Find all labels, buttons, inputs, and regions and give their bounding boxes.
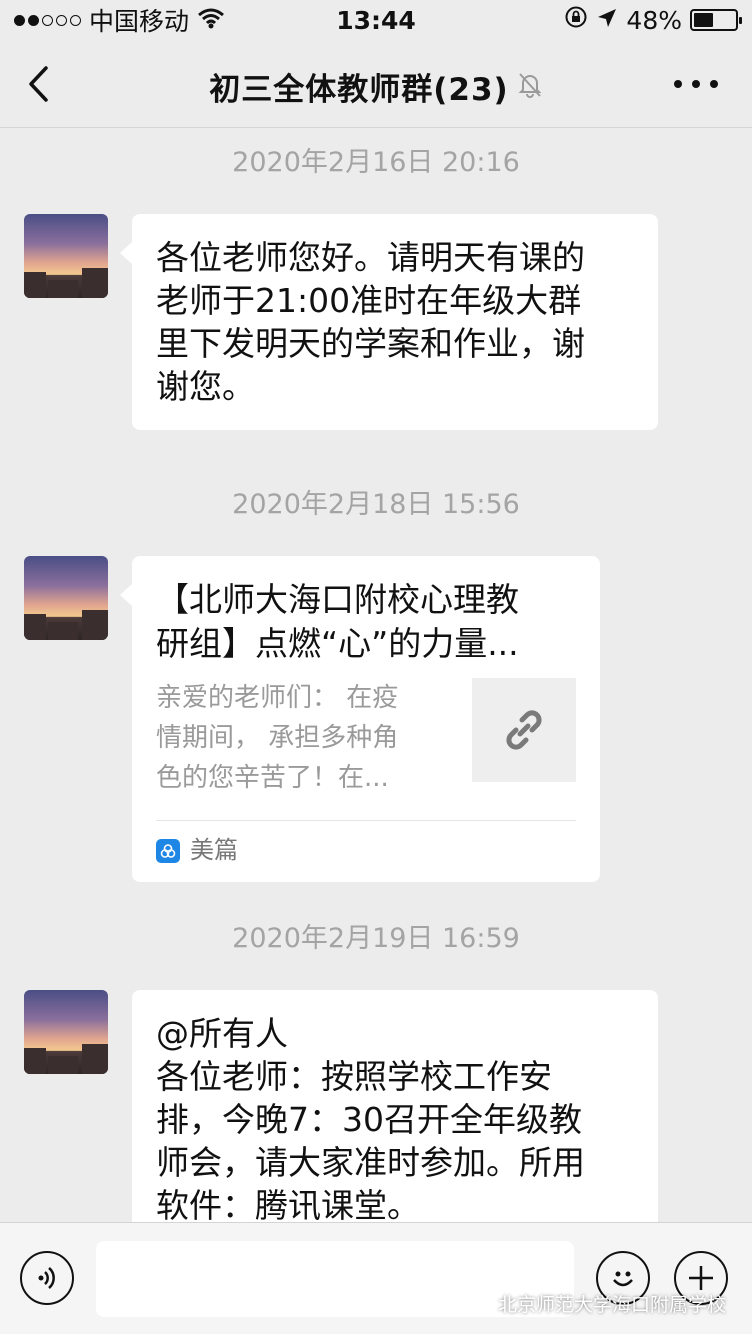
battery-level-fill: [694, 13, 714, 27]
plus-icon: [689, 1266, 713, 1290]
status-right: 48%: [564, 5, 742, 35]
link-thumbnail: [472, 678, 576, 782]
message-timestamp: 2020年2月19日 16:59: [232, 923, 520, 954]
battery-icon: [690, 9, 742, 31]
watermark-text: 北京师范大学海口附属学校: [497, 1294, 726, 1316]
nav-bar: 初三全体教师群(23): [0, 40, 752, 128]
meipian-logo-icon: [156, 838, 180, 863]
link-title: 【北师大海口附校心理教 研组】点燃“心”的力量...: [156, 580, 519, 663]
sender-avatar[interactable]: [24, 214, 108, 298]
location-icon: [596, 6, 618, 35]
status-bar: 中国移动 13:44 48%: [0, 0, 752, 40]
link-source-name: 美篇: [190, 836, 238, 864]
sender-avatar[interactable]: [24, 556, 108, 640]
link-source-row: 美篇: [156, 820, 576, 872]
message-text: @所有人 各位老师：按照学校工作安 排，今晚7：30召开全年级教 师会，请大家准…: [156, 1014, 585, 1225]
voice-icon: [38, 1267, 55, 1289]
message-timestamp: 2020年2月18日 15:56: [232, 489, 520, 520]
link-body: 亲爱的老师们： 在疫 情期间， 承担多种角 色的您辛苦了！在...: [156, 678, 576, 798]
status-left: 中国移动: [14, 2, 225, 38]
mute-bell-icon: [517, 71, 543, 103]
rotation-lock-icon: [564, 5, 588, 35]
more-options-button[interactable]: [674, 70, 718, 98]
carrier-name: 中国移动: [89, 7, 190, 36]
watermark: 北京师范大学海口附属学校: [466, 1290, 726, 1317]
wifi-icon: [197, 6, 225, 35]
message-bubble[interactable]: @所有人 各位老师：按照学校工作安 排，今晚7：30召开全年级教 师会，请大家准…: [132, 990, 658, 1230]
nav-title-group: 初三全体教师群(23): [0, 64, 752, 109]
chat-title: 初三全体教师群(23): [209, 72, 509, 108]
voice-input-button[interactable]: [20, 1251, 74, 1305]
link-icon: [506, 710, 542, 750]
message-bubble[interactable]: 各位老师您好。请明天有课的 老师于21:00准时在年级大群 里下发明天的学案和作…: [120, 214, 658, 430]
sender-avatar[interactable]: [24, 990, 108, 1074]
link-description: 亲爱的老师们： 在疫 情期间， 承担多种角 色的您辛苦了！在...: [156, 683, 399, 793]
wechat-logo-icon: [466, 1293, 491, 1313]
link-card[interactable]: 【北师大海口附校心理教 研组】点燃“心”的力量... 亲爱的老师们： 在疫 情期…: [120, 556, 600, 882]
message-text: 各位老师您好。请明天有课的 老师于21:00准时在年级大群 里下发明天的学案和作…: [156, 238, 585, 406]
input-bar: [0, 1222, 752, 1334]
battery-percent: 48%: [626, 5, 682, 35]
message-timestamp: 2020年2月16日 20:16: [232, 147, 520, 178]
signal-strength-icon: [14, 14, 81, 26]
